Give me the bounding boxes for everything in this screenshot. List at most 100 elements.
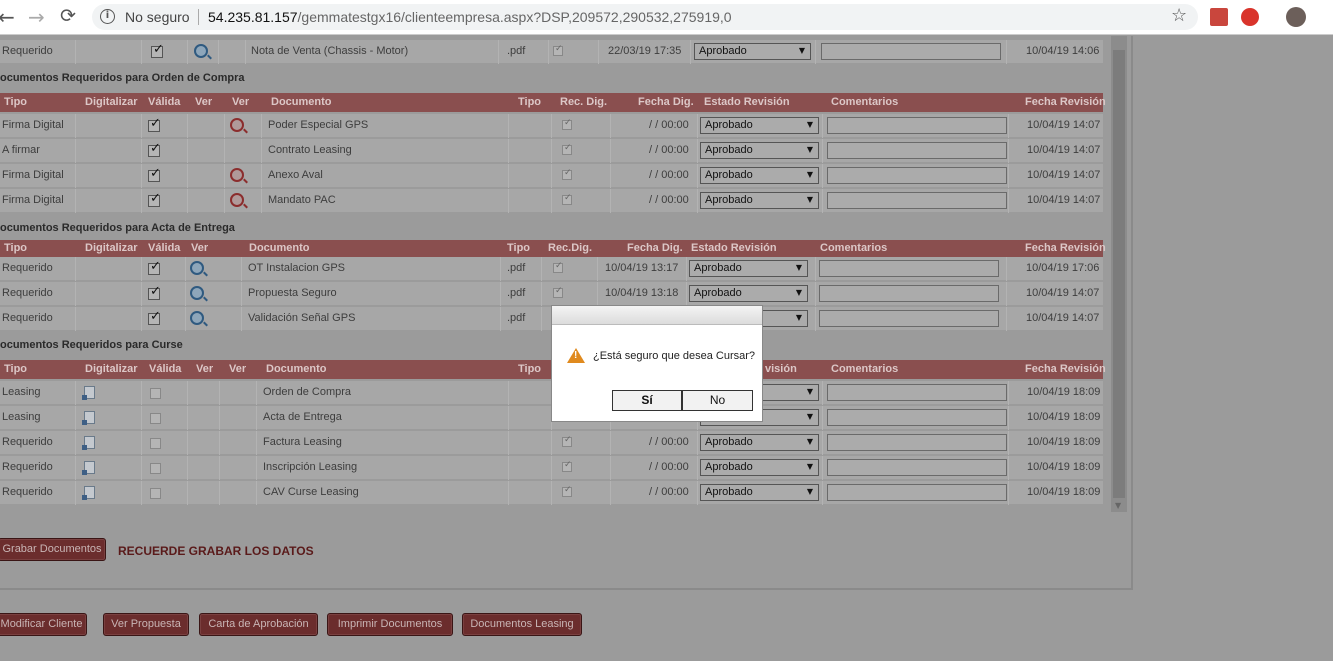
documentos-leasing-button[interactable]: Documentos Leasing	[462, 613, 582, 636]
rec-dig-checkbox[interactable]	[562, 168, 572, 180]
table-row: Requerido Nota de Venta (Chassis - Motor…	[0, 40, 1103, 64]
estado-select[interactable]: Aprobado	[700, 117, 819, 134]
document-icon[interactable]	[82, 411, 95, 425]
document-icon[interactable]	[82, 461, 95, 475]
valida-checkbox[interactable]	[150, 463, 161, 474]
estado-select[interactable]: Aprobado	[689, 285, 808, 302]
row-fecha-dig: / / 00:00	[649, 169, 689, 181]
valida-checkbox[interactable]	[148, 284, 161, 300]
comentarios-input[interactable]	[827, 434, 1007, 451]
valida-checkbox[interactable]	[151, 42, 164, 58]
forward-arrow-icon[interactable]: →	[28, 5, 45, 29]
document-icon[interactable]	[82, 436, 95, 450]
valida-checkbox[interactable]	[150, 438, 161, 449]
search-icon[interactable]	[230, 193, 244, 207]
cell-divider	[610, 456, 611, 480]
bookmark-star-icon[interactable]: ☆	[1171, 5, 1187, 26]
estado-select[interactable]: Aprobado	[700, 167, 819, 184]
row-tipo: Requerido	[2, 287, 53, 299]
comentarios-input[interactable]	[819, 285, 999, 302]
valida-checkbox[interactable]	[150, 388, 161, 399]
scroll-down-icon[interactable]: ▼	[1115, 501, 1121, 510]
document-icon[interactable]	[82, 486, 95, 500]
comentarios-input[interactable]	[827, 142, 1007, 159]
rec-dig-checkbox[interactable]	[562, 435, 572, 447]
comentarios-input[interactable]	[827, 167, 1007, 184]
header-fecha-dig: Fecha Dig.	[627, 242, 683, 254]
estado-select[interactable]: Aprobado	[694, 43, 811, 60]
rec-dig-checkbox[interactable]	[562, 118, 572, 130]
rec-dig-checkbox[interactable]	[562, 460, 572, 472]
reload-icon[interactable]: ⟳	[60, 5, 76, 27]
cell-divider	[610, 139, 611, 163]
rec-dig-checkbox[interactable]	[562, 485, 572, 497]
comentarios-input[interactable]	[819, 260, 999, 277]
comentarios-input[interactable]	[827, 192, 1007, 209]
valida-checkbox[interactable]	[150, 413, 161, 424]
estado-select[interactable]: Aprobado	[700, 192, 819, 209]
row-tipo: A firmar	[2, 144, 40, 156]
cell-divider	[75, 139, 76, 163]
info-icon[interactable]: i	[100, 9, 115, 24]
search-icon[interactable]	[194, 44, 208, 58]
scrollbar-thumb[interactable]	[1113, 50, 1125, 498]
search-icon[interactable]	[190, 286, 204, 300]
row-documento: Contrato Leasing	[268, 144, 352, 156]
rec-dig-checkbox[interactable]	[553, 44, 563, 56]
rec-dig-checkbox[interactable]	[553, 261, 563, 273]
address-bar[interactable]: i No seguro 54.235.81.157/gemmatestgx16/…	[92, 4, 1198, 30]
cell-divider	[822, 189, 823, 213]
row-fecha-dig: / / 00:00	[649, 144, 689, 156]
comentarios-input[interactable]	[827, 117, 1007, 134]
grabar-documentos-button[interactable]: Grabar Documentos	[0, 538, 106, 561]
confirm-no-button[interactable]: No	[682, 390, 753, 411]
comentarios-input[interactable]	[827, 409, 1007, 426]
cell-divider	[697, 481, 698, 505]
search-icon[interactable]	[230, 168, 244, 182]
row-tipo: Leasing	[2, 411, 41, 423]
dialog-titlebar[interactable]	[552, 306, 762, 325]
cell-divider	[224, 164, 225, 188]
document-icon[interactable]	[82, 386, 95, 400]
estado-select[interactable]: Aprobado	[689, 260, 808, 277]
search-icon[interactable]	[190, 311, 204, 325]
rec-dig-checkbox[interactable]	[553, 286, 563, 298]
search-icon[interactable]	[230, 118, 244, 132]
comentarios-input[interactable]	[819, 310, 999, 327]
modificar-cliente-button[interactable]: Modificar Cliente	[0, 613, 87, 636]
row-tipo: Requerido	[2, 262, 53, 274]
comentarios-input[interactable]	[827, 459, 1007, 476]
cell-divider	[141, 189, 142, 213]
valida-checkbox[interactable]	[148, 259, 161, 275]
url-text[interactable]: 54.235.81.157/gemmatestgx16/clienteempre…	[208, 9, 732, 25]
valida-checkbox[interactable]	[150, 488, 161, 499]
search-icon[interactable]	[190, 261, 204, 275]
header-valida: Válida	[148, 242, 181, 254]
estado-select[interactable]: Aprobado	[700, 434, 819, 451]
comentarios-input[interactable]	[827, 484, 1007, 501]
imprimir-documentos-button[interactable]: Imprimir Documentos	[327, 613, 453, 636]
extension-badge-icon[interactable]	[1241, 8, 1259, 26]
estado-select[interactable]: Aprobado	[700, 484, 819, 501]
row-tipo: Requerido	[2, 436, 53, 448]
profile-avatar[interactable]	[1286, 7, 1306, 27]
ver-propuesta-button[interactable]: Ver Propuesta	[103, 613, 189, 636]
carta-aprobacion-button[interactable]: Carta de Aprobación	[199, 613, 318, 636]
valida-checkbox[interactable]	[148, 191, 161, 207]
valida-checkbox[interactable]	[148, 116, 161, 132]
estado-select[interactable]: Aprobado	[700, 142, 819, 159]
estado-select[interactable]: Aprobado	[700, 459, 819, 476]
comentarios-input[interactable]	[827, 384, 1007, 401]
rec-dig-checkbox[interactable]	[562, 193, 572, 205]
valida-checkbox[interactable]	[148, 166, 161, 182]
scrollbar[interactable]: ▼	[1111, 36, 1127, 512]
table-row: Firma Digital Mandato PAC / / 00:00 Aprobad…	[0, 189, 1103, 213]
pdf-extension-icon[interactable]	[1210, 8, 1228, 26]
valida-checkbox[interactable]	[148, 141, 161, 157]
back-arrow-icon[interactable]: ←	[0, 5, 15, 29]
confirm-yes-button[interactable]: Sí	[612, 390, 682, 411]
rec-dig-checkbox[interactable]	[562, 143, 572, 155]
comentarios-input[interactable]	[821, 43, 1001, 60]
valida-checkbox[interactable]	[148, 309, 161, 325]
browser-toolbar: ← → ⟳ i No seguro 54.235.81.157/gemmates…	[0, 0, 1333, 35]
